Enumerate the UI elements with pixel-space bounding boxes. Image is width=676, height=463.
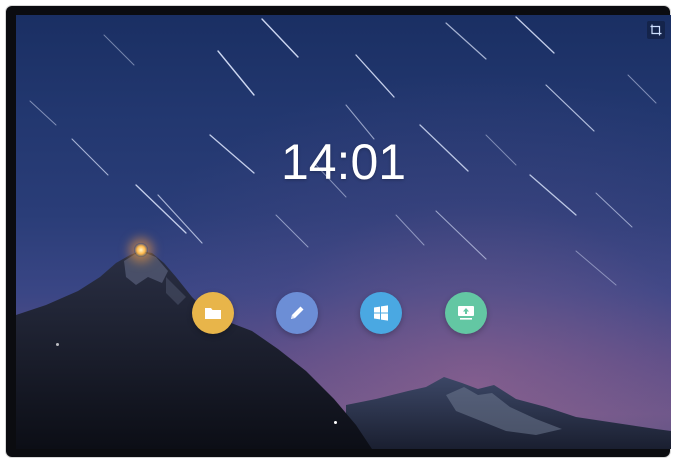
screen-share-icon (458, 306, 474, 320)
windows-logo-icon (374, 305, 388, 321)
notes-app-button[interactable] (276, 292, 318, 334)
pencil-icon (291, 306, 304, 319)
windows-app-button[interactable] (360, 292, 402, 334)
files-app-button[interactable] (192, 292, 234, 334)
home-screen: 14:01 (16, 15, 671, 449)
folder-icon (205, 308, 221, 319)
app-dock (16, 15, 671, 449)
screen-share-app-button[interactable] (445, 292, 487, 334)
